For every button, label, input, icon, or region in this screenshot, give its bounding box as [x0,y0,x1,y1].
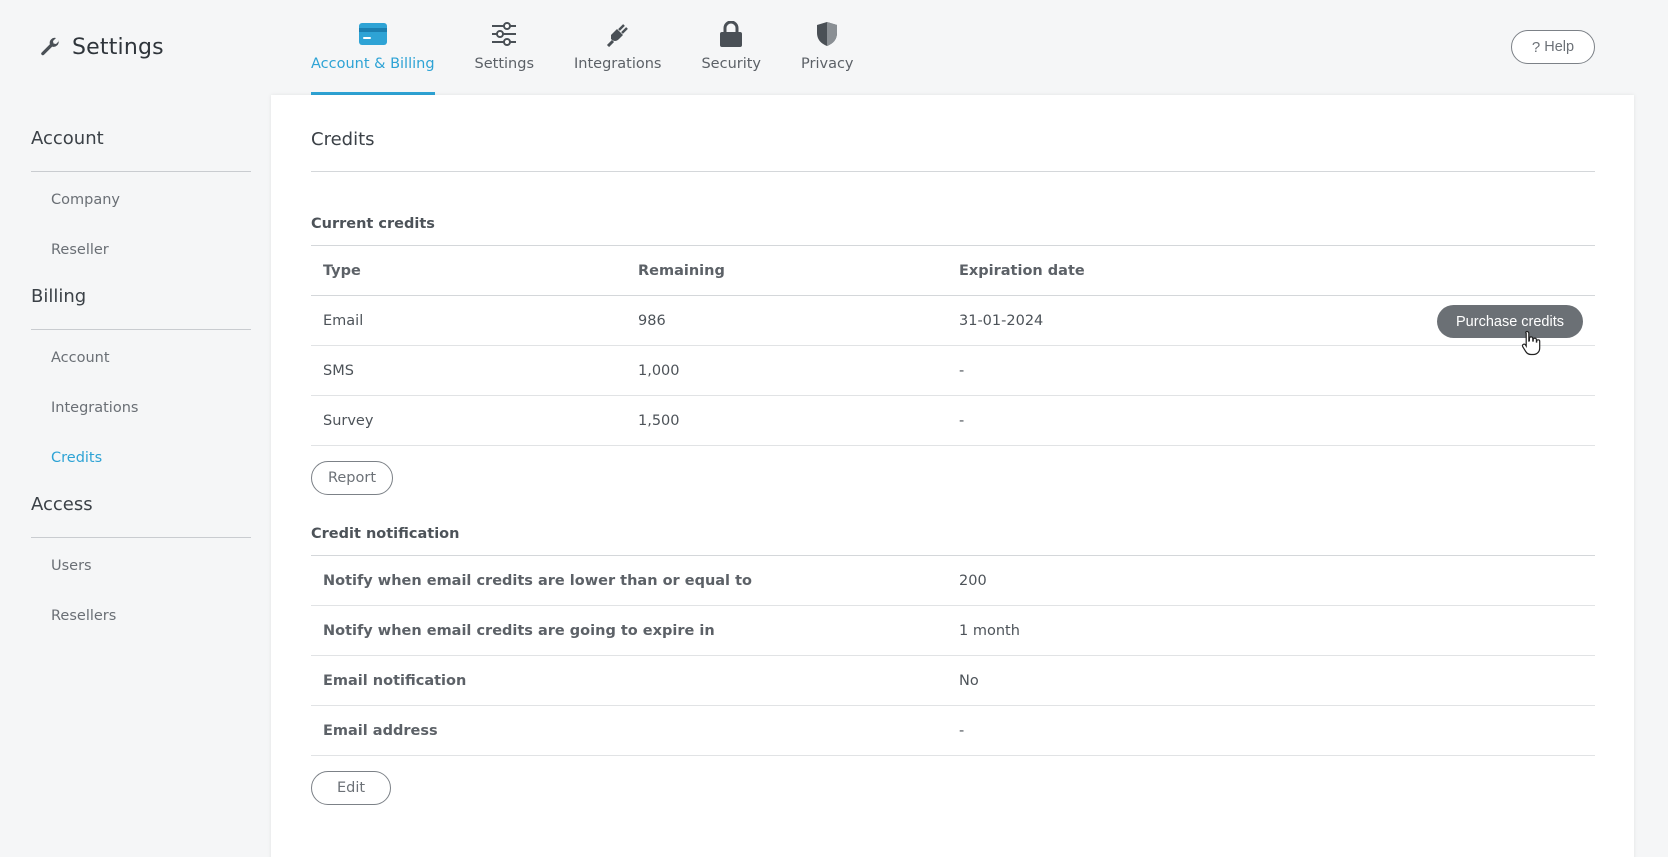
sidebar-item-billing-account[interactable]: Account [31,333,251,383]
cell-remaining: 986 [638,312,666,329]
table-row: SMS 1,000 - [311,346,1595,396]
column-header-expiration: Expiration date [959,262,1085,279]
setting-label: Notify when email credits are going to e… [323,622,715,639]
cell-type: Survey [323,412,374,429]
help-button[interactable]: ? Help [1511,30,1595,64]
table-row: Email notification No [311,656,1595,706]
tab-account-billing[interactable]: Account & Billing [311,0,435,95]
tab-security[interactable]: Security [701,0,761,95]
notification-table: Notify when email credits are lower than… [311,555,1595,756]
cell-expiration: 31-01-2024 [959,312,1044,329]
column-header-type: Type [323,262,361,279]
cell-remaining: 1,000 [638,362,680,379]
sidebar-section-access: Access [31,492,251,538]
column-header-remaining: Remaining [638,262,725,279]
tab-label: Security [701,56,762,72]
cell-type: Email [323,312,364,329]
main-panel: Credits Current credits Type Remaining E… [271,95,1634,857]
edit-button[interactable]: Edit [311,771,391,805]
cell-expiration: - [959,362,965,379]
sidebar-item-company[interactable]: Company [31,175,251,225]
wrench-icon [41,37,60,56]
tab-integrations[interactable]: Integrations [574,0,661,95]
table-row: Email address - [311,706,1595,756]
help-label: Help [1544,39,1575,55]
sidebar-section-billing: Billing [31,284,251,330]
table-row: Survey 1,500 - [311,396,1595,446]
setting-label: Email address [323,722,438,739]
sidebar-item-users[interactable]: Users [31,541,251,591]
question-icon: ? [1531,38,1541,56]
sidebar-item-reseller[interactable]: Reseller [31,225,251,275]
cell-remaining: 1,500 [638,412,680,429]
setting-label: Notify when email credits are lower than… [323,572,752,589]
purchase-credits-button[interactable]: Purchase credits [1437,305,1583,338]
sliders-icon [489,20,519,48]
page-title: Credits [311,95,1595,172]
sidebar-item-resellers[interactable]: Resellers [31,591,251,641]
credits-table: Type Remaining Expiration date Email 986… [311,245,1595,446]
setting-value: No [959,672,979,689]
sidebar-item-credits[interactable]: Credits [31,433,251,483]
table-row: Notify when email credits are lower than… [311,556,1595,606]
current-credits-title: Current credits [311,216,435,232]
credit-notification-title: Credit notification [311,526,460,542]
lock-icon [716,20,746,48]
tab-settings[interactable]: Settings [475,0,534,95]
cell-expiration: - [959,412,965,429]
setting-value: 200 [959,572,987,589]
tab-label: Settings [474,56,535,72]
sidebar: Account Company Reseller Billing Account… [31,126,251,650]
tab-label: Privacy [801,56,854,72]
credit-card-icon [358,20,388,48]
top-navigation: Account & Billing Settings Integrations … [311,0,854,95]
tab-label: Account & Billing [311,56,435,72]
app-title: Settings [38,30,164,64]
setting-value: - [959,722,965,739]
plug-icon [603,20,633,48]
report-button[interactable]: Report [311,461,393,495]
shield-icon [812,20,842,48]
sidebar-item-integrations[interactable]: Integrations [31,383,251,433]
page-heading: Settings [72,34,164,60]
setting-label: Email notification [323,672,467,689]
tab-privacy[interactable]: Privacy [801,0,854,95]
table-header-row: Type Remaining Expiration date [311,246,1595,296]
table-row: Email 986 31-01-2024 Purchase credits [311,296,1595,356]
table-row: Notify when email credits are going to e… [311,606,1595,656]
sidebar-section-account: Account [31,126,251,172]
tab-label: Integrations [574,56,662,72]
cell-type: SMS [323,362,354,379]
setting-value: 1 month [959,622,1020,639]
